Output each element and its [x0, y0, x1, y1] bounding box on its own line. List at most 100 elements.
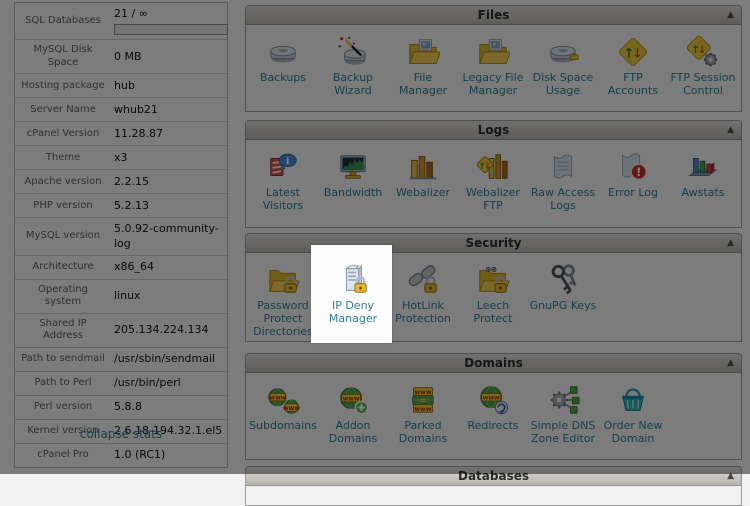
stat-value: 1.0 (RC1) [107, 448, 223, 462]
section-content [246, 486, 741, 492]
app-item-ftp-session-control[interactable]: ↑↓FTP Session Control [668, 31, 738, 98]
svg-text:!: ! [636, 165, 641, 179]
app-item-webalizer-ftp[interactable]: ↑↓Webalizer FTP [458, 146, 528, 213]
diamond-gear-icon: ↑↓ [668, 31, 738, 69]
app-item-webalizer[interactable]: Webalizer [388, 146, 458, 200]
app-item-latest-visitors[interactable]: i Latest Visitors [248, 146, 318, 213]
app-item-subdomains[interactable]: wwwwwwSubdomains [248, 379, 318, 433]
app-item-label: Parked Domains [388, 420, 458, 446]
app-item-leech-protect[interactable]: Leech Protect [458, 259, 528, 326]
svg-text:www: www [415, 406, 432, 413]
stat-value-text: 1.0 (RC1) [114, 448, 223, 462]
stat-label: MySQL version [19, 230, 107, 243]
collapse-stats-link[interactable]: collapse stats [80, 427, 162, 441]
stat-value: 5.0.92-community-log [107, 222, 223, 251]
app-item-gnupg-keys[interactable]: GnuPG Keys [528, 259, 598, 313]
app-item-legacy-file-manager[interactable]: Legacy File Manager [458, 31, 528, 98]
app-item-file-manager[interactable]: File Manager [388, 31, 458, 98]
basket-icon [598, 379, 668, 417]
section-header-logs[interactable]: Logs▲ [246, 121, 741, 140]
app-item-ftp-accounts[interactable]: ↑↓FTP Accounts [598, 31, 668, 98]
stat-row: Server Namewhub21 [15, 97, 227, 121]
app-item-label: Simple DNS Zone Editor [528, 420, 598, 446]
app-item-label: Password Protect Directories [248, 300, 318, 339]
app-item-label: Bandwidth [318, 187, 388, 200]
app-item-redirects[interactable]: www Redirects [458, 379, 528, 433]
disk-usage-icon [528, 31, 598, 69]
bars-icon [388, 146, 458, 184]
folder-lock-icon [248, 259, 318, 297]
app-item-label: Redirects [458, 420, 528, 433]
svg-text:www: www [283, 405, 300, 412]
folder-image-icon [388, 31, 458, 69]
stat-value: 205.134.224.134 [107, 323, 223, 337]
app-item-backups[interactable]: Backups [248, 31, 318, 85]
stat-value: 0 MB [107, 50, 223, 64]
app-item-bandwidth[interactable]: Bandwidth [318, 146, 388, 200]
collapse-arrow-icon[interactable]: ▲ [727, 121, 734, 139]
stat-row: Shared IP Address205.134.224.134 [15, 313, 227, 347]
scroll-error-icon: ! [598, 146, 668, 184]
collapse-arrow-icon[interactable]: ▲ [727, 6, 734, 24]
collapse-arrow-icon[interactable]: ▲ [727, 354, 734, 372]
stat-value: /usr/bin/perl [107, 376, 223, 390]
app-item-hotlink-protection[interactable]: HotLink Protection [388, 259, 458, 326]
section-content: Password Protect DirectoriesIP Deny Mana… [246, 253, 741, 339]
app-item-label: Legacy File Manager [458, 72, 528, 98]
collapse-arrow-icon[interactable]: ▲ [727, 467, 734, 485]
stat-value: 2.2.15 [107, 175, 223, 189]
section-header-domains[interactable]: Domains▲ [246, 354, 741, 373]
app-item-parked-domains[interactable]: www=wwwParked Domains [388, 379, 458, 446]
app-item-password-protect-directories[interactable]: Password Protect Directories [248, 259, 318, 339]
app-item-backup-wizard[interactable]: Backup Wizard [318, 31, 388, 98]
app-item-label: FTP Accounts [598, 72, 668, 98]
stat-value-text: 21 / ∞ [114, 7, 223, 21]
stat-value-text: 5.0.92-community-log [114, 222, 223, 251]
app-item-order-new-domain[interactable]: Order New Domain [598, 379, 668, 446]
app-item-addon-domains[interactable]: wwwAddon Domains [318, 379, 388, 446]
app-item-label: Awstats [668, 187, 738, 200]
stat-label: Apache version [19, 176, 107, 189]
app-item-disk-space-usage[interactable]: Disk Space Usage [528, 31, 598, 98]
collapse-arrow-icon[interactable]: ▲ [727, 234, 734, 252]
section-header-files[interactable]: Files▲ [246, 6, 741, 25]
stat-value: whub21 [107, 103, 223, 117]
bars-arrows-icon: ↑↓ [458, 146, 528, 184]
app-item-error-log[interactable]: ! Error Log [598, 146, 668, 200]
stat-value-text: hub [114, 79, 223, 93]
folder-eyes-lock-icon [458, 259, 528, 297]
keys-icon [528, 259, 598, 297]
stat-value: /usr/sbin/sendmail [107, 352, 223, 366]
section-security: Security▲Password Protect DirectoriesIP … [245, 233, 742, 342]
section-header-databases[interactable]: Databases▲ [246, 467, 741, 486]
svg-text:www: www [483, 395, 500, 402]
app-item-label: Error Log [598, 187, 668, 200]
app-item-label: Order New Domain [598, 420, 668, 446]
stat-value-text: 5.8.8 [114, 400, 223, 414]
app-item-awstats[interactable]: Awstats [668, 146, 738, 200]
stats-table: SQL Databases21 / ∞MySQL Disk Space0 MBH… [14, 2, 228, 468]
section-content: i Latest VisitorsBandwidthWebalizer↑↓Weba… [246, 140, 741, 213]
stat-row: MySQL Disk Space0 MB [15, 39, 227, 73]
svg-text:↓: ↓ [484, 162, 491, 172]
stat-label: PHP version [19, 200, 107, 213]
stat-label: MySQL Disk Space [19, 44, 107, 69]
stat-label: Hosting package [19, 80, 107, 93]
stat-value: 11.28.87 [107, 127, 223, 141]
dns-tool-icon [528, 379, 598, 417]
folder-image-icon [458, 31, 528, 69]
section-databases: Databases▲ [245, 466, 742, 506]
stat-value: hub [107, 79, 223, 93]
stat-value-text: 11.28.87 [114, 127, 223, 141]
app-item-raw-access-logs[interactable]: Raw Access Logs [528, 146, 598, 213]
app-item-ip-deny-manager[interactable]: IP Deny Manager [318, 259, 388, 326]
stat-row: Hosting package hub [15, 73, 227, 97]
svg-text:www: www [269, 395, 286, 402]
app-item-simple-dns-zone-editor[interactable]: Simple DNS Zone Editor [528, 379, 598, 446]
app-item-label: Webalizer [388, 187, 458, 200]
stat-label: Path to Perl [19, 377, 107, 390]
visitors-icon: i [248, 146, 318, 184]
section-content: BackupsBackup WizardFile ManagerLegacy F… [246, 25, 741, 98]
stat-label: cPanel Pro [19, 449, 107, 462]
app-item-label: Latest Visitors [248, 187, 318, 213]
